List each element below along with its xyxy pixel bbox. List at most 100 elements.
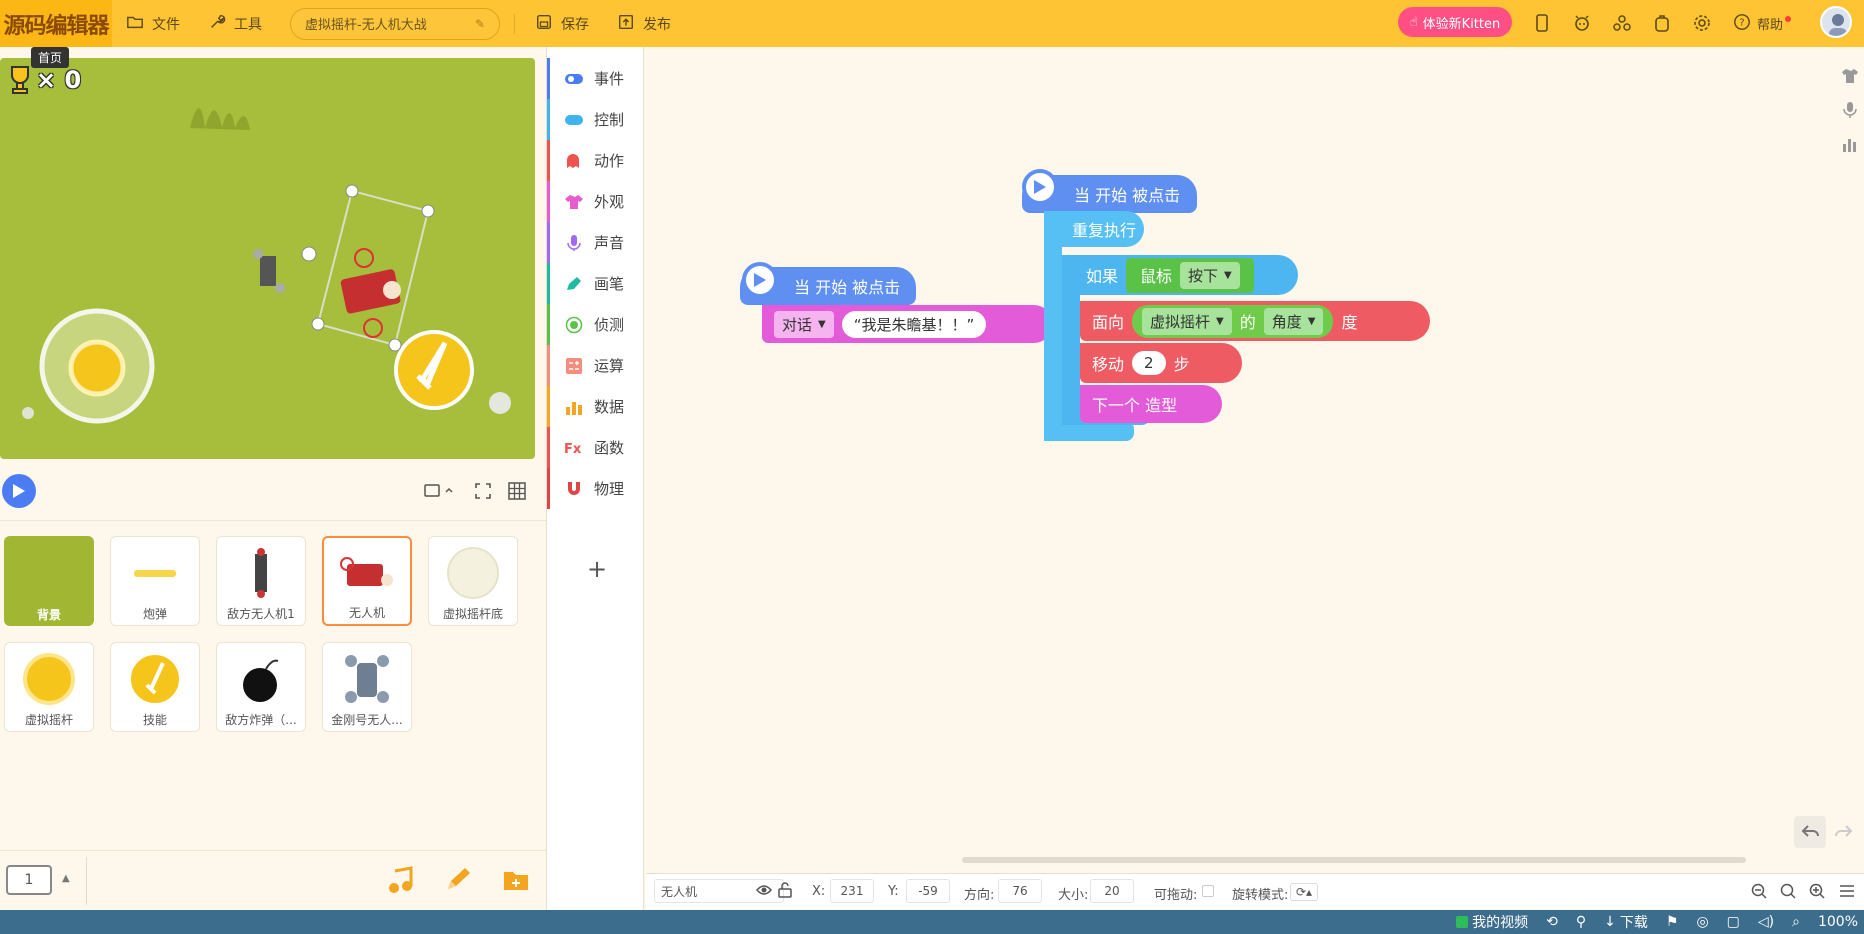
chevron-down-icon: ▼ [1224,269,1232,281]
sprite-kingkong-drone[interactable]: 金刚号无人... [322,642,412,732]
next-costume-block[interactable]: 下一个 造型 [1080,385,1222,423]
svg-text:?: ? [1739,17,1744,28]
save-button[interactable]: 保存 [521,0,603,47]
publish-label: 发布 [643,16,671,33]
menu-icon[interactable] [1836,880,1858,902]
sprite-background[interactable]: 背景 [4,536,94,626]
category-pen[interactable]: 画笔 [547,263,644,304]
radar-icon [564,316,584,333]
category-motion[interactable]: 动作 [547,140,644,181]
publish-button[interactable]: 发布 [603,0,685,47]
flag-icon[interactable]: ⚑ [1666,914,1679,930]
grid-button[interactable] [502,478,532,504]
try-kitten-button[interactable]: ☝ 体验新Kitten [1398,7,1512,37]
redo-button[interactable] [1828,816,1860,848]
undo-button[interactable] [1794,816,1826,848]
category-events[interactable]: 事件 [547,58,644,99]
zoom-reset-icon[interactable] [1777,880,1799,902]
repeat-text: 重复执行 [1072,221,1137,240]
pin-icon[interactable]: ⚲ [1576,914,1586,930]
zoom-level[interactable]: 100% [1818,914,1858,930]
category-sound[interactable]: 声音 [547,222,644,263]
sprite-shell[interactable]: 炮弹 [110,536,200,626]
tablet-icon[interactable] [1530,11,1554,35]
sprite-dropdown-label: 虚拟摇杆 [1150,312,1211,331]
draggable-label: 可拖动: [1154,888,1198,903]
my-videos-button[interactable]: 我的视频 [1456,912,1528,932]
shirt-icon[interactable] [1838,64,1862,88]
mouse-pressed-block[interactable]: 鼠标 按下 ▼ [1126,257,1254,293]
run-button[interactable] [2,474,36,508]
score-display: × 0 [6,64,81,96]
move-steps-block[interactable]: 移动 2 步 [1080,343,1242,383]
category-data[interactable]: 数据 [547,386,644,427]
rotate-icon[interactable]: ⟲ [1546,914,1558,930]
next-costume-text: 下一个 造型 [1092,396,1178,415]
pressed-dropdown[interactable]: 按下 ▼ [1180,261,1240,289]
say-text-input[interactable]: “我是朱瞻基！！” [841,310,987,338]
category-looks[interactable]: 外观 [547,181,644,222]
sprite-attribute-block[interactable]: 虚拟摇杆 ▼ 的 角度 ▼ [1132,304,1334,338]
download-button[interactable]: ↓ 下载 [1604,912,1648,932]
user-avatar[interactable] [1820,6,1852,38]
zoom-out-icon[interactable] [1748,880,1770,902]
say-dropdown[interactable]: 对话 ▼ [774,310,834,338]
network-icon[interactable] [1610,11,1634,35]
folder-add-icon[interactable] [501,865,531,899]
file-menu-label: 文件 [152,16,180,33]
sprite-drone[interactable]: 无人机 [322,536,412,626]
category-operators[interactable]: 运算 [547,345,644,386]
volume-icon[interactable]: ◁) [1758,914,1774,930]
tools-menu[interactable]: 工具 [194,0,276,47]
game-stage[interactable]: × 0 [0,58,535,459]
category-label: 动作 [594,152,625,170]
undo-icon [1801,825,1819,837]
music-icon[interactable] [385,865,415,899]
sprite-enemy-drone-1[interactable]: 敌方无人机1 [216,536,306,626]
microphone-icon[interactable] [1838,98,1862,122]
browser-icon[interactable]: ◎ [1696,914,1708,930]
sprite-dropdown[interactable]: 虚拟摇杆 ▼ [1142,307,1232,335]
file-menu[interactable]: 文件 [112,0,194,47]
y-input[interactable]: -59 [906,879,950,903]
attribute-dropdown[interactable]: 角度 ▼ [1263,307,1324,335]
sprite-joystick[interactable]: 虚拟摇杆 [4,642,94,732]
code-workspace[interactable]: 当 开始 被点击 对话 ▼ “我是朱瞻基！！” 当 开始 被点击 重复执行 如果 … [644,47,1864,871]
page-selector[interactable]: 1 [6,865,52,895]
help-button[interactable]: ? 帮助 [1733,0,1792,47]
robot-icon[interactable] [1570,11,1594,35]
app-logo[interactable]: 源码编辑器 [0,0,112,47]
sprite-skill[interactable]: 技能 [110,642,200,732]
size-input[interactable]: 20 [1090,879,1134,903]
category-functions[interactable]: Fx 函数 [547,427,644,468]
hand-icon: ☝ [1409,14,1418,30]
steps-input[interactable]: 2 [1132,351,1166,375]
rotation-mode-dropdown[interactable]: ⟳▴ [1290,883,1318,901]
fullscreen-button[interactable] [468,478,498,504]
window-icon[interactable]: ▢ [1727,914,1740,930]
eye-icon[interactable] [756,883,772,901]
stage-size-button[interactable] [420,478,458,504]
pencil-paint-icon[interactable] [442,865,472,899]
bar-chart-icon[interactable] [1838,132,1862,156]
sprite-enemy-bomb[interactable]: 敌方炸弹（... [216,642,306,732]
draggable-checkbox[interactable] [1202,885,1214,897]
gear-icon[interactable] [1690,11,1714,35]
project-name-field[interactable]: 虚拟摇杆-无人机大战 ✎ [290,7,500,40]
category-sensing[interactable]: 侦测 [547,304,644,345]
unlock-icon[interactable] [778,882,792,902]
sprite-joystick-base[interactable]: 虚拟摇杆底 [428,536,518,626]
say-block[interactable]: 对话 ▼ “我是朱瞻基！！” [762,305,1052,343]
direction-input[interactable]: 76 [998,879,1042,903]
zoom-in-icon[interactable] [1806,880,1828,902]
play-icon [13,484,25,498]
horizontal-scrollbar[interactable] [962,857,1746,863]
backpack-icon[interactable] [1650,11,1674,35]
x-input[interactable]: 231 [830,879,874,903]
face-direction-block[interactable]: 面向 虚拟摇杆 ▼ 的 角度 ▼ 度 [1080,301,1430,341]
search-icon[interactable]: ⌕ [1792,914,1800,930]
category-control[interactable]: 控制 [547,99,644,140]
add-extension-button[interactable]: + [587,555,607,583]
caret-up-icon[interactable]: ▲ [62,873,70,884]
category-physics[interactable]: 物理 [547,468,644,509]
